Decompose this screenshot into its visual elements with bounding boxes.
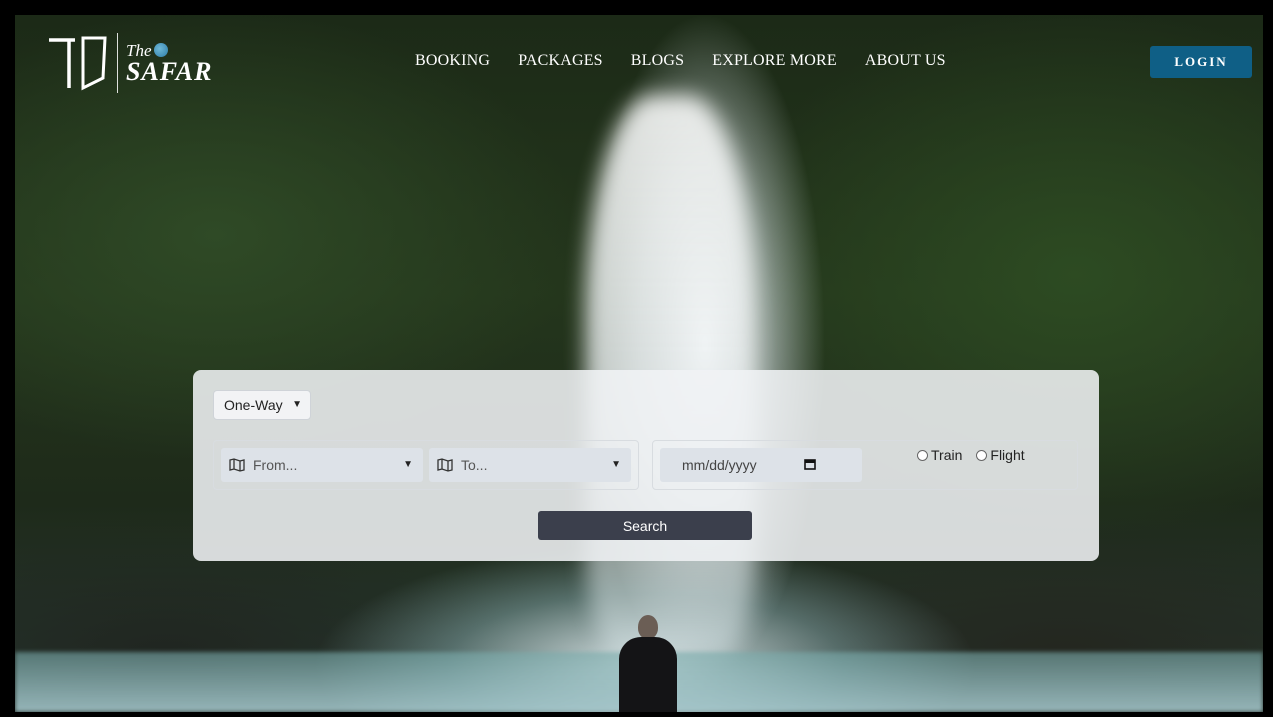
search-panel: One-Way ▼ From... ▼ To... ▼ mm/dd/yyyy T… [193,370,1099,561]
chevron-down-icon: ▼ [403,459,413,470]
trip-type-select[interactable]: One-Way ▼ [213,390,311,420]
search-button[interactable]: Search [538,511,752,540]
date-input[interactable]: mm/dd/yyyy [660,448,862,482]
chevron-down-icon: ▼ [611,459,621,470]
logo-the-text: The [126,40,152,60]
logo-safar-text: SAFAR [126,56,213,86]
trip-type-value: One-Way [224,397,283,413]
from-select[interactable]: From... ▼ [221,448,423,482]
main-nav: BOOKING PACKAGES BLOGS EXPLORE MORE ABOU… [415,52,946,70]
logo-divider [117,33,118,93]
login-button[interactable]: LOGIN [1150,46,1252,78]
to-select[interactable]: To... ▼ [429,448,631,482]
flight-label: Flight [990,447,1025,463]
calendar-icon[interactable] [804,458,816,470]
radio-circle-icon [917,449,928,461]
route-group: From... ▼ To... ▼ [213,440,639,490]
radio-circle-icon [976,449,988,461]
chevron-down-icon: ▼ [292,399,302,410]
map-icon [437,458,453,472]
transport-mode-radios: Train Flight [917,447,1025,463]
to-placeholder: To... [461,457,488,473]
nav-about-us[interactable]: ABOUT US [865,52,946,70]
train-label: Train [931,447,963,463]
ts-monogram-icon [49,36,107,91]
hero-background: The SAFAR BOOKING PACKAGES BLOGS EXPLORE… [15,15,1263,712]
date-mode-group: mm/dd/yyyy Train Flight [652,440,1078,490]
flight-radio[interactable]: Flight [976,447,1025,463]
nav-packages[interactable]: PACKAGES [518,52,603,70]
nav-explore-more[interactable]: EXPLORE MORE [712,52,837,70]
nav-booking[interactable]: BOOKING [415,52,490,70]
train-radio[interactable]: Train [917,447,962,463]
nav-blogs[interactable]: BLOGS [631,52,684,70]
globe-icon [153,43,168,57]
site-logo[interactable]: The SAFAR [45,30,212,96]
from-placeholder: From... [253,457,298,473]
map-icon [229,458,245,472]
hiker-image [617,615,679,712]
date-placeholder: mm/dd/yyyy [682,457,757,473]
